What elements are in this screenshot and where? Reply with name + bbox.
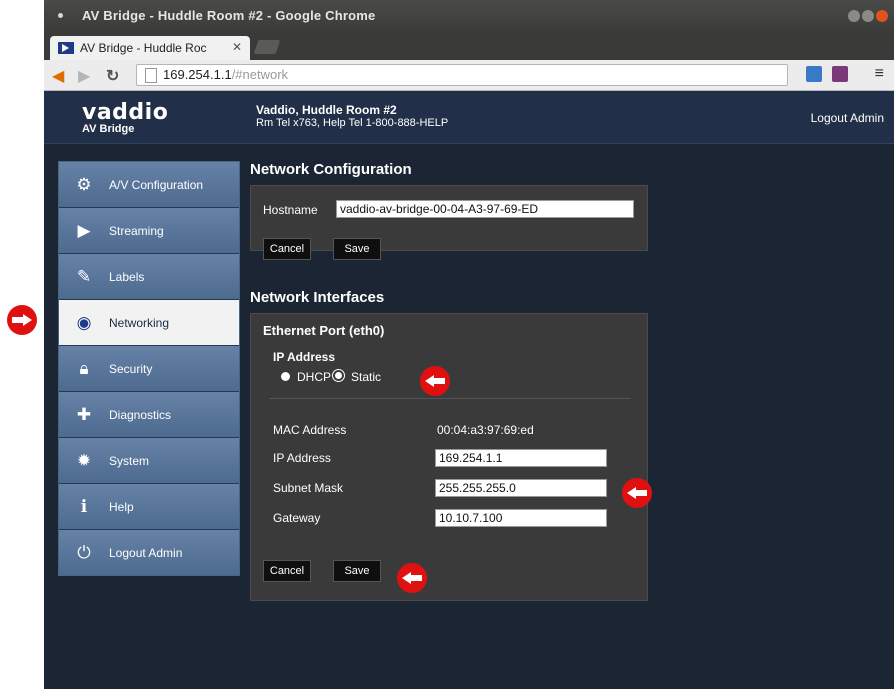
sidebar-item-label: Streaming (109, 224, 164, 238)
callout-arrow-subnet (622, 478, 652, 508)
static-label: Static (351, 370, 382, 384)
sidebar-item-help[interactable]: ℹ Help (59, 484, 239, 530)
sidebar-item-av-configuration[interactable]: ⚙ A/V Configuration (59, 162, 239, 208)
callout-arrow-static (420, 366, 450, 396)
vaddio-logo: vaddio (82, 100, 169, 125)
ip-address-label: IP Address (273, 451, 331, 465)
title-bar: AV Bridge - Huddle Room #2 - Google Chro… (44, 0, 894, 32)
url-text: 169.254.1.1/#network (163, 67, 289, 82)
window-title: AV Bridge - Huddle Room #2 - Google Chro… (82, 8, 376, 23)
subnet-mask-label: Subnet Mask (273, 481, 344, 495)
ethernet-port-panel: Ethernet Port (eth0) IP Address DHCP Sta… (250, 313, 648, 601)
sidebar-item-label: Diagnostics (109, 408, 172, 422)
hostname-label: Hostname (263, 203, 318, 217)
power-icon: ⏻ (77, 543, 91, 562)
av-config-icon: ⚙ (76, 175, 92, 194)
static-radio[interactable] (335, 372, 342, 379)
gateway-label: Gateway (273, 511, 321, 525)
sidebar-item-label: A/V Configuration (109, 178, 204, 192)
sidebar-item-labels[interactable]: ✎ Labels (59, 254, 239, 300)
new-tab-button[interactable] (253, 40, 281, 54)
web-page: vaddio AV Bridge Vaddio, Huddle Room #2 … (44, 91, 894, 689)
sidebar-item-diagnostics[interactable]: ✚ Diagnostics (59, 392, 239, 438)
sidebar-item-label: Labels (109, 270, 145, 284)
callout-arrow-save (397, 563, 427, 593)
networking-icon: ◉ (76, 313, 92, 332)
browser-toolbar: ◀ ▶ ↻ 169.254.1.1/#network ≡ (44, 60, 894, 91)
right-arrow-icon (12, 314, 32, 326)
address-bar[interactable]: 169.254.1.1/#network (136, 64, 788, 86)
left-arrow-icon (402, 572, 422, 584)
maximize-icon[interactable] (862, 10, 874, 22)
mac-address-label: MAC Address (273, 423, 347, 437)
hostname-save-button[interactable]: Save (333, 238, 381, 260)
network-configuration-heading: Network Configuration (250, 161, 412, 178)
hostname-cancel-button[interactable]: Cancel (263, 238, 311, 260)
ip-address-heading: IP Address (273, 350, 336, 364)
vaddio-favicon-icon (58, 42, 74, 54)
forward-arrow-icon[interactable]: ▶ (78, 66, 90, 86)
sidebar-item-networking[interactable]: ◉ Networking (59, 300, 239, 346)
tab-bar: AV Bridge - Huddle Roc ✕ (44, 32, 894, 60)
ethernet-port-title: Ethernet Port (eth0) (263, 323, 385, 338)
sidebar-item-label: Logout Admin (109, 546, 183, 560)
sidebar-item-security[interactable]: 🔒︎ Security (59, 346, 239, 392)
extension-icon-2[interactable] (832, 66, 848, 82)
mac-address-value: 00:04:a3:97:69:ed (437, 423, 534, 437)
sidebar-item-label: System (109, 454, 150, 468)
close-icon[interactable] (876, 10, 888, 22)
interface-cancel-button[interactable]: Cancel (263, 560, 311, 582)
chrome-menu-icon[interactable]: ≡ (875, 65, 884, 83)
tab-title: AV Bridge - Huddle Roc (80, 41, 207, 55)
browser-window: AV Bridge - Huddle Room #2 - Google Chro… (44, 0, 894, 689)
back-arrow-icon[interactable]: ◀ (52, 66, 64, 86)
gateway-field[interactable]: 10.10.7.100 (435, 509, 607, 527)
sidebar-item-logout-admin[interactable]: ⏻ Logout Admin (59, 530, 239, 575)
sidebar-item-label: Help (109, 500, 134, 514)
logout-link[interactable]: Logout Admin (811, 111, 884, 125)
minimize-icon[interactable] (848, 10, 860, 22)
interface-save-button[interactable]: Save (333, 560, 381, 582)
window-controls (846, 9, 888, 27)
reload-icon[interactable]: ↻ (106, 66, 119, 86)
callout-arrow-networking (7, 305, 37, 335)
streaming-icon: ▶ (77, 221, 91, 240)
left-arrow-icon (425, 375, 445, 387)
sidebar-item-label: Security (109, 362, 153, 376)
page-header: vaddio AV Bridge Vaddio, Huddle Room #2 … (44, 91, 894, 144)
divider (269, 398, 631, 399)
left-arrow-icon (627, 487, 647, 499)
hostname-field[interactable]: vaddio-av-bridge-00-04-A3-97-69-ED (336, 200, 634, 218)
security-icon: 🔒︎ (79, 359, 89, 378)
dhcp-label: DHCP (297, 370, 332, 384)
browser-tab[interactable]: AV Bridge - Huddle Roc ✕ (50, 36, 250, 60)
ip-address-field[interactable]: 169.254.1.1 (435, 449, 607, 467)
sidebar-item-streaming[interactable]: ▶ Streaming (59, 208, 239, 254)
dhcp-radio[interactable] (281, 372, 290, 381)
system-icon: ✹ (76, 451, 92, 470)
app-menu-dot-icon[interactable] (58, 13, 63, 18)
sidebar-item-system[interactable]: ✹ System (59, 438, 239, 484)
sidebar-nav: ⚙ A/V Configuration ▶ Streaming ✎ Labels… (58, 161, 240, 576)
extension-icon[interactable] (806, 66, 822, 82)
network-configuration-panel: Hostname vaddio-av-bridge-00-04-A3-97-69… (250, 185, 648, 260)
diagnostics-icon: ✚ (76, 405, 92, 424)
help-icon: ℹ (80, 497, 88, 516)
subnet-mask-field[interactable]: 255.255.255.0 (435, 479, 607, 497)
network-interfaces-heading: Network Interfaces (250, 289, 385, 306)
site-title: Vaddio, Huddle Room #2 (256, 103, 397, 117)
labels-icon: ✎ (76, 267, 92, 286)
site-subtitle: Rm Tel x763, Help Tel 1-800-888-HELP (256, 117, 449, 129)
product-name: AV Bridge (82, 123, 135, 135)
sidebar-item-label: Networking (109, 316, 170, 330)
tab-close-icon[interactable]: ✕ (232, 40, 242, 54)
page-icon (145, 68, 157, 83)
